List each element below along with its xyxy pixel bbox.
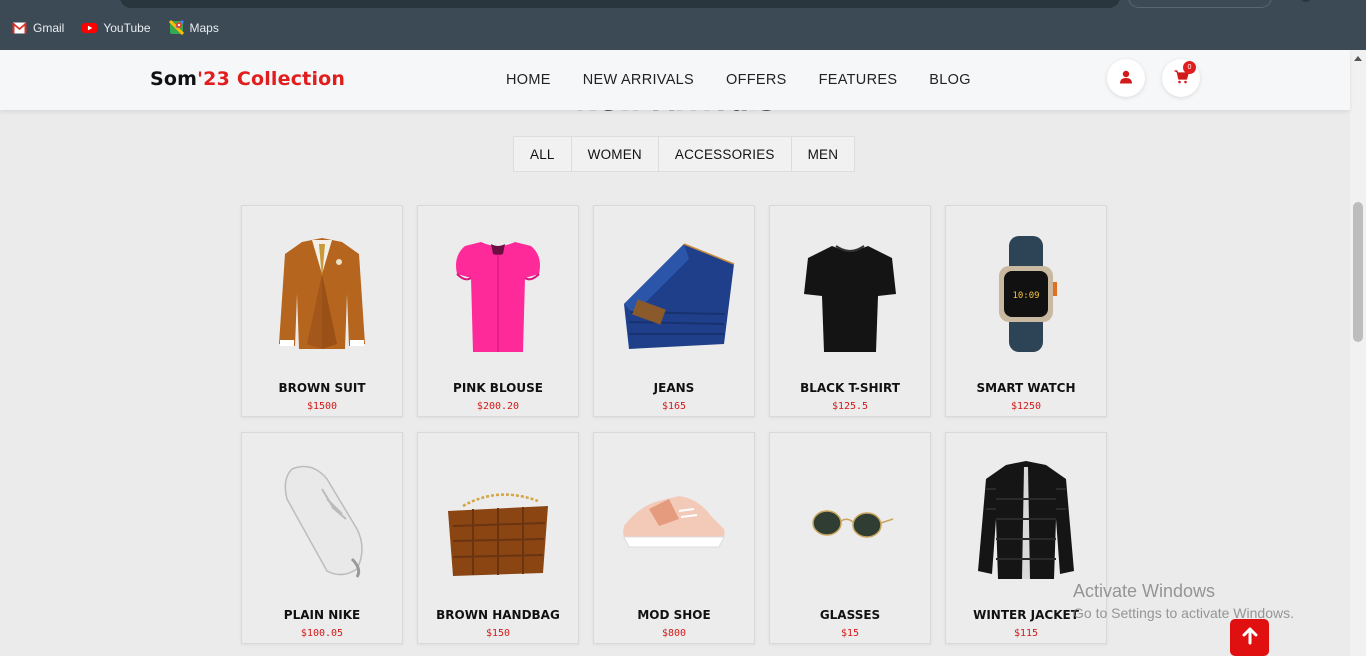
page-scrollbar[interactable] <box>1350 50 1366 656</box>
nav-home[interactable]: HOME <box>506 72 551 88</box>
plain-nike-image <box>242 451 402 591</box>
maps-icon <box>168 20 184 35</box>
product-name: MOD SHOE <box>637 608 711 622</box>
product-price: $115 <box>1013 628 1039 639</box>
main-nav: HOME NEW ARRIVALS OFFERS FEATURES BLOG <box>506 72 971 88</box>
scroll-up-arrow-icon[interactable] <box>1354 56 1362 61</box>
arrow-up-icon <box>1241 627 1259 649</box>
product-card[interactable]: 10:09 SMART WATCH $1250 <box>945 205 1107 417</box>
product-price: $200.20 <box>476 401 520 412</box>
product-card[interactable]: BLACK T-SHIRT $125.5 <box>769 205 931 417</box>
product-price: $125.5 <box>831 401 869 412</box>
product-price: $150 <box>485 628 511 639</box>
product-name: PLAIN NIKE <box>283 608 361 622</box>
jeans-image <box>594 224 754 364</box>
gmail-icon <box>12 20 27 35</box>
filter-men[interactable]: MEN <box>792 137 855 171</box>
logo-accent-text: '23 Collection <box>197 68 346 90</box>
product-card[interactable]: PINK BLOUSE $200.20 <box>417 205 579 417</box>
pink-blouse-image <box>418 224 578 364</box>
windows-activation-watermark: Activate Windows Go to Settings to activ… <box>1073 581 1294 621</box>
category-filters: ALL WOMEN ACCESSORIES MEN <box>513 136 856 172</box>
product-price: $1250 <box>1010 401 1042 412</box>
product-name: JEANS <box>653 381 695 395</box>
filter-women[interactable]: WOMEN <box>572 137 659 171</box>
cart-button[interactable]: 0 <box>1162 59 1200 97</box>
account-button[interactable] <box>1107 59 1145 97</box>
product-card[interactable]: BROWN SUIT $1500 <box>241 205 403 417</box>
winter-jacket-image <box>946 451 1106 591</box>
product-price: $165 <box>661 401 687 412</box>
black-tshirt-image <box>770 224 930 364</box>
product-price: $100.05 <box>300 628 344 639</box>
nav-new-arrivals[interactable]: NEW ARRIVALS <box>583 72 694 88</box>
brown-suit-image <box>242 224 402 364</box>
product-name: BROWN HANDBAG <box>436 608 560 622</box>
product-name: BROWN SUIT <box>278 381 366 395</box>
logo-main-text: Som <box>150 68 198 90</box>
watermark-title: Activate Windows <box>1073 581 1216 601</box>
cart-count-badge: 0 <box>1183 61 1196 74</box>
back-to-top-button[interactable] <box>1230 619 1269 656</box>
nav-features[interactable]: FEATURES <box>819 72 898 88</box>
product-name: BLACK T-SHIRT <box>800 381 900 395</box>
bookmarks-bar: Gmail YouTube Maps <box>12 20 219 35</box>
product-card[interactable]: PLAIN NIKE $100.05 <box>241 432 403 644</box>
filter-accessories[interactable]: ACCESSORIES <box>659 137 792 171</box>
smart-watch-image: 10:09 <box>946 224 1106 364</box>
product-card[interactable]: MOD SHOE $800 <box>593 432 755 644</box>
nav-blog[interactable]: BLOG <box>929 72 971 88</box>
nav-offers[interactable]: OFFERS <box>726 72 787 88</box>
site-header: Som'23 Collection HOME NEW ARRIVALS OFFE… <box>0 50 1350 110</box>
product-name: PINK BLOUSE <box>453 381 543 395</box>
product-grid: BROWN SUIT $1500 PINK BLOUSE $200.20 JEA… <box>241 205 1107 644</box>
bookmark-label: Gmail <box>33 20 65 35</box>
product-name: SMART WATCH <box>976 381 1076 395</box>
bookmark-label: YouTube <box>103 20 151 35</box>
product-name: GLASSES <box>819 608 881 622</box>
product-card[interactable]: JEANS $165 <box>593 205 755 417</box>
bookmark-maps[interactable]: Maps <box>168 20 219 35</box>
browser-chrome: Gmail YouTube Maps <box>0 0 1366 50</box>
mod-shoe-image <box>594 451 754 591</box>
svg-text:10:09: 10:09 <box>1012 291 1039 301</box>
product-price: $800 <box>661 628 687 639</box>
product-price: $1500 <box>306 401 338 412</box>
product-card[interactable]: GLASSES $15 <box>769 432 931 644</box>
product-card[interactable]: BROWN HANDBAG $150 <box>417 432 579 644</box>
glasses-image <box>770 451 930 591</box>
address-bar[interactable] <box>120 0 1120 8</box>
site-logo[interactable]: Som'23 Collection <box>150 68 345 90</box>
filter-all[interactable]: ALL <box>514 137 572 171</box>
bookmark-label: Maps <box>189 20 219 35</box>
scroll-thumb[interactable] <box>1353 202 1363 342</box>
product-price: $15 <box>840 628 860 639</box>
user-icon <box>1119 69 1133 88</box>
brown-handbag-image <box>418 451 578 591</box>
bookmark-gmail[interactable]: Gmail <box>12 20 64 35</box>
bookmark-youtube[interactable]: YouTube <box>82 20 151 35</box>
browser-menu-dot[interactable] <box>1300 0 1312 2</box>
browser-profile-pill[interactable] <box>1128 0 1272 8</box>
youtube-icon <box>82 20 98 35</box>
